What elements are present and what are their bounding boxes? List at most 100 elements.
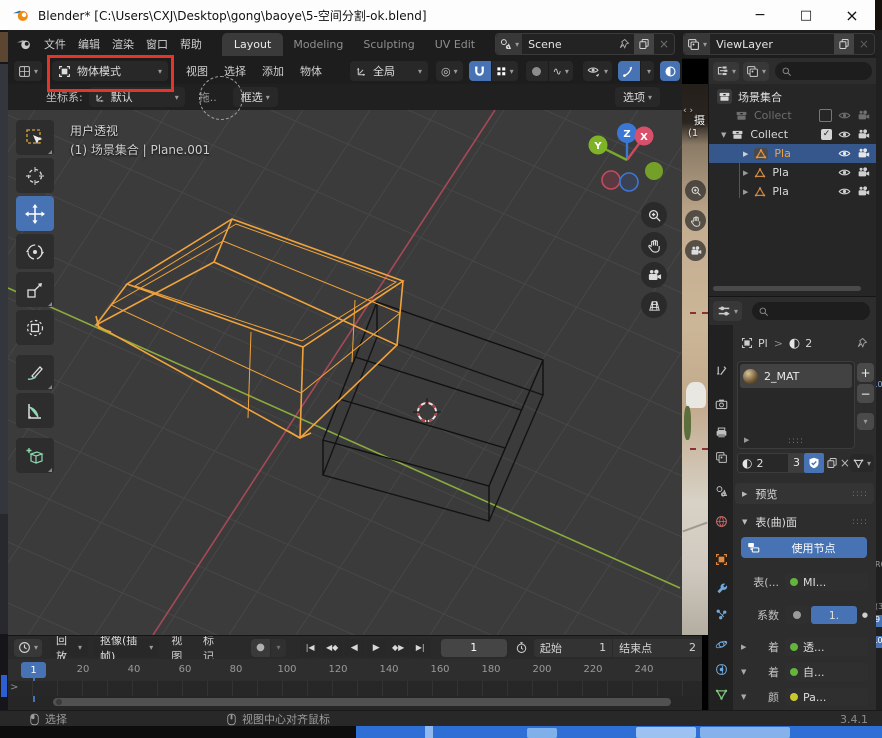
outliner-filter-button[interactable]: ▾ [743,62,769,81]
camera-visibility-icon[interactable] [857,147,870,160]
tab-uvedit[interactable]: UV Edit [425,33,485,56]
tab-object-data[interactable] [709,682,733,706]
orientation-dropdown[interactable]: 全局 ▾ [350,61,428,81]
material-users-count[interactable]: 3 [789,453,804,473]
play-reverse-button[interactable]: ◀ [344,639,365,657]
pan-hand-button[interactable] [641,232,667,258]
outliner-search-input[interactable] [775,62,872,80]
next-keyframe-button[interactable]: ◆▶ [388,639,409,657]
hide-eye-icon[interactable] [838,147,851,160]
expander-icon[interactable]: ▼ [721,131,726,139]
auto-key-dropdown[interactable]: ▾ [271,639,285,657]
factor-value-slider[interactable]: 1. [811,606,857,624]
menu-window[interactable]: 窗口 [140,36,174,52]
remove-slot-button[interactable]: − [857,384,874,403]
camera-visibility-icon[interactable] [857,185,870,198]
shader2-dropdown[interactable]: 自... [785,663,868,681]
end-frame-field[interactable]: 结束点2 [613,639,702,657]
tab-object[interactable] [709,547,733,571]
strip-camera-button[interactable] [685,240,706,261]
options-dropdown[interactable]: 选项 ▾ [615,87,660,107]
visibility-dropdown[interactable]: ▾ [583,61,612,81]
slot-specials-button[interactable]: ▾ [857,413,874,430]
material-slot-row[interactable]: 2_MAT [740,364,852,388]
expander-icon[interactable]: ▶ [743,169,748,177]
tool-add-cube[interactable] [16,438,54,473]
tool-rotate[interactable] [16,234,54,269]
slot-expander-icon[interactable]: ▶ [744,436,749,444]
new-material-icon[interactable] [826,457,838,469]
tool-scale[interactable] [16,272,54,307]
gizmos-toggle-button[interactable] [618,61,640,81]
factor-socket-button[interactable] [785,606,809,624]
tab-view-layer[interactable] [709,445,733,469]
tool-move[interactable] [16,196,54,231]
pivot-dropdown[interactable]: ◎ ▾ [436,61,463,81]
crumb-material-name[interactable]: 2 [805,337,812,350]
tab-world[interactable] [709,509,733,533]
auto-key-button[interactable]: ● [251,639,271,657]
viewport-3d[interactable]: Z X Y 用户透视 (1) 场景集合 | Plane.001 [8,110,682,635]
hide-eye-icon[interactable] [838,185,851,198]
tab-constraints[interactable] [709,657,733,681]
outliner-row-collection[interactable]: ▼ Collect ✓ [709,125,876,144]
row-expander-icon[interactable]: ▶ [741,643,751,651]
expander-icon[interactable]: ▶ [743,150,748,158]
tab-particles[interactable] [709,602,733,626]
timeline-channel-area[interactable]: > [8,681,702,696]
link-override-dropdown[interactable]: ▾ [850,454,874,472]
color-dropdown[interactable]: Pa... [785,688,868,706]
resize-grip[interactable]: :::: [788,436,804,446]
tab-modifiers[interactable] [709,575,733,599]
add-slot-button[interactable]: + [857,363,874,382]
animate-decorator-icon[interactable]: ● [862,611,868,619]
use-nodes-button[interactable]: 使用节点 [741,537,867,558]
tab-physics[interactable] [709,632,733,656]
hide-eye-icon[interactable] [838,128,851,141]
tab-output[interactable] [709,420,733,444]
close-button[interactable]: × [829,6,875,25]
outliner-row-object-selected[interactable]: ▶ Pla [709,144,876,163]
browse-material-button[interactable]: ◐ 2 [737,453,789,473]
keying-menu[interactable]: 抠像(插帧)▾ [94,639,159,657]
copy-view-layer-icon[interactable] [834,34,854,54]
shader1-dropdown[interactable]: 透... [785,638,868,656]
snap-with-dropdown[interactable]: ▾ [492,61,518,81]
outliner-row-scene-collection[interactable]: 场景集合 [709,87,876,106]
remove-view-layer-icon[interactable]: × [854,37,874,51]
tab-layout[interactable]: Layout [222,33,283,56]
scene-name[interactable]: Scene [522,38,618,51]
properties-editor-type-button[interactable]: ▾ [713,301,742,321]
camera-visibility-icon[interactable] [857,109,870,122]
pin-id-icon[interactable] [856,337,868,349]
view-layer-icon[interactable]: ▾ [684,34,710,54]
gizmos-dropdown[interactable]: ▾ [641,61,654,81]
tool-annotate[interactable] [16,355,54,390]
camera-strip-viewport[interactable]: ‹ › 摄 (1 [682,84,708,635]
object-crumb-icon[interactable] [741,337,753,349]
fake-user-shield-icon[interactable] [804,453,824,473]
surface-shader-dropdown[interactable]: MI... [785,573,868,591]
outliner-row-collection-disabled[interactable]: Collect [709,106,876,125]
viewport-canvas[interactable]: Z X Y [8,110,682,635]
properties-search-input[interactable] [752,302,870,320]
scene-icon[interactable]: ▾ [496,34,522,54]
tab-render[interactable] [709,392,733,416]
menu-help[interactable]: 帮助 [174,36,208,52]
proportional-edit-button[interactable] [526,61,548,81]
current-frame-field[interactable]: 1 [441,639,507,657]
tool-measure[interactable] [16,393,54,428]
stopwatch-icon[interactable] [515,641,528,654]
tab-modeling[interactable]: Modeling [283,33,353,56]
menu-object[interactable]: 物体 [294,63,328,79]
material-crumb-icon[interactable]: ◐ [789,336,800,351]
crumb-object-name[interactable]: Pl [758,337,768,350]
snap-toggle-button[interactable] [469,61,491,81]
menu-edit[interactable]: 编辑 [72,36,106,52]
minimize-button[interactable]: − [737,7,783,23]
channel-expand-icon[interactable]: > [10,682,18,693]
new-scene-icon[interactable] [634,34,654,54]
tool-select-box[interactable] [16,120,54,155]
falloff-dropdown[interactable]: ∿ ▾ [549,61,573,81]
blender-menu-icon[interactable] [16,38,32,50]
